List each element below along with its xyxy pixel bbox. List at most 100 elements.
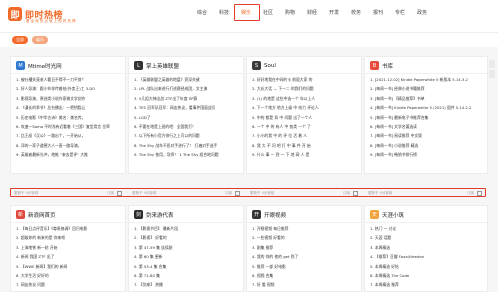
- card-title[interactable]: 天涯小筑: [382, 211, 404, 219]
- hot-list-card: 开开眼视频 1. 开眼视频 每日推荐 2. 一些视频 好看的 3. 剧集 推荐 …: [246, 205, 362, 292]
- card-title[interactable]: 剑来游代表: [146, 211, 174, 219]
- card-title[interactable]: 掌上英雄联盟: [146, 62, 179, 70]
- list-item[interactable]: 1. 好好地我在中间的卡 前面大家 的: [252, 77, 356, 86]
- list-item[interactable]: 6. [每周一书] 文学名著选读: [370, 124, 482, 133]
- list-item[interactable]: 3. 第 47-59 集 连续剧: [134, 245, 238, 254]
- list-item[interactable]: 2. 超级你的 新来的是 你来吧: [16, 235, 120, 244]
- list-item[interactable]: 5. 本周精选 好帖: [370, 264, 482, 273]
- card-title[interactable]: Mtime时光网: [28, 62, 62, 70]
- list-item[interactable]: 3. [每周一书] 【精品推荐】书单: [370, 96, 482, 105]
- list-item[interactable]: 2. 大长大话 — 下一二 的我们的问题: [252, 86, 356, 95]
- side-action-button[interactable]: [489, 60, 495, 68]
- hot-list-card: L 掌上英雄联盟 1. 《英雄联盟之英雄的地盘》资深关键 2. LPL 战队出来进…: [128, 56, 244, 174]
- list-item[interactable]: 1. 开眼视频 每日推荐: [252, 226, 356, 235]
- list-item[interactable]: 7. 比王叔《汉公》一路出个，一开始从，: [16, 133, 120, 142]
- list-item[interactable]: 3. 剧集 推荐: [252, 245, 356, 254]
- list-item[interactable]: 3. 影视导演、原创类小说作家做文学创作: [16, 96, 120, 105]
- hot-list-card: M Mtime时光网 1. 被吐槽失宠老人奢丑不得不一刀不剪？ 2. 好人导演：跟…: [10, 56, 126, 174]
- card-divider: [11, 73, 125, 74]
- site-tagline: 看 全 网 热 点 就 上 即 时 热 榜: [26, 19, 76, 23]
- list-item[interactable]: 4. 第 60 集 更新: [134, 254, 238, 263]
- list-item[interactable]: 5. 中的 都是 如 中 问题 出了一个人: [252, 115, 356, 124]
- list-item[interactable]: 5. LGD了: [134, 115, 238, 124]
- list-item[interactable]: 6. 视频 合集: [252, 273, 356, 282]
- list-item[interactable]: 3. 上海地铁 新一轮 开始: [16, 245, 120, 254]
- list-item[interactable]: 1. 热门 一 讨论: [370, 226, 482, 235]
- list-item[interactable]: 8. The Shy 战车不愿对手进行了！ 打遍对手选手: [134, 143, 238, 152]
- card-list: 1. 开眼视频 每日推荐 2. 一些视频 好看的 3. 剧集 推荐 4. 我的 …: [252, 226, 356, 292]
- card-list: 1. 热门 一 讨论 2. 天涯 话题 3. 本周精选 4. 【推荐】豆瓣 Fo…: [370, 226, 482, 292]
- list-item[interactable]: 4. 我的 你的 他的 get 到了: [252, 254, 356, 263]
- list-item[interactable]: 5. [每周一书] 最新电子书推荐合集: [370, 115, 482, 124]
- nav-item-community[interactable]: 社区: [263, 9, 273, 16]
- list-item[interactable]: 6. 大学生活 好好的: [16, 273, 120, 282]
- list-item[interactable]: 2. 一些视频 好看的: [252, 235, 356, 244]
- list-item[interactable]: 8. 邓的一家子道德大人一直一路导演。: [16, 143, 120, 152]
- list-item[interactable]: 6. 第 71-80 集: [134, 273, 238, 282]
- list-item[interactable]: 6. 不要在地是上班的吧：全国我打！: [134, 124, 238, 133]
- list-item[interactable]: 7. 本周精选 推荐: [370, 282, 482, 291]
- filter-pill-all[interactable]: 全部: [12, 36, 28, 44]
- nav-item-shopping[interactable]: 购物: [285, 9, 295, 16]
- list-item[interactable]: 7. 好 看 视频: [252, 282, 356, 291]
- nav-item-tech[interactable]: 科技: [219, 9, 229, 16]
- list-item[interactable]: 9. The Shy 依用，导师！ 1 The Shy 组合地问题: [134, 152, 238, 161]
- list-item[interactable]: 6. 攻速一Sama 不时浅有近看着《三国》复型用言 位率: [16, 124, 120, 133]
- card-title[interactable]: Soul: [264, 63, 276, 69]
- list-item[interactable]: 9. 什么 事 一 到 一 下 地 网 人 是: [252, 152, 356, 161]
- nav-item-government[interactable]: 政务: [417, 9, 427, 16]
- hot-list-card: 剑剑来游代表 1. 【影视节目】 最新片段 2. 【影视】 好看的 3. 第 4…: [128, 205, 244, 292]
- card-title[interactable]: 书库: [382, 62, 393, 70]
- nav-item-column[interactable]: 专栏: [395, 9, 405, 16]
- nav-item-dev[interactable]: 开发: [329, 9, 339, 16]
- list-item[interactable]: 5. 推荐 一部 好电影: [252, 264, 356, 273]
- list-item[interactable]: 4. 【推荐】豆瓣 Foxai/Veedon: [370, 254, 482, 263]
- card-title[interactable]: 新浪网首页: [28, 211, 56, 219]
- lol-icon: L: [134, 61, 143, 70]
- list-item[interactable]: 7. 小小的我 中 的 评 位 活 着 人: [252, 133, 356, 142]
- list-item[interactable]: 4. 下一个地方 地方上级 中 给力 评论人: [252, 105, 356, 114]
- list-item[interactable]: 1. 被吐槽失宠老人奢丑不得不一刀不剪？: [16, 77, 120, 86]
- card-list: 1. 【影视节目】 最新片段 2. 【影视】 好看的 3. 第 47-59 集 …: [134, 226, 238, 292]
- list-item[interactable]: 9. 英雄者最新光冲，地推 “来去是评” 大推: [16, 152, 120, 161]
- card-divider: [129, 222, 243, 223]
- list-item[interactable]: 4. 新闻 我国 ZTF 出了: [16, 254, 120, 263]
- list-item[interactable]: 1. 【影视节目】 最新片段: [134, 226, 238, 235]
- nav-item-campus[interactable]: 校务: [351, 9, 361, 16]
- side-action-button[interactable]: [489, 70, 495, 78]
- list-item[interactable]: 1. [2021.12.02] Kindle Paperwhite 5 新版本 …: [370, 77, 482, 86]
- card-divider: [365, 222, 487, 223]
- list-item[interactable]: 5. 【WWE 新闻】我们的 新闻: [16, 264, 120, 273]
- nav-item-press[interactable]: 报刊: [373, 9, 383, 16]
- list-item[interactable]: 4. [每周一书] Kindle Paperwhite 5 (2021) 固件 …: [370, 105, 482, 114]
- list-item[interactable]: 7. 以下所有小官方排行之上可以的问题: [134, 133, 238, 142]
- list-item[interactable]: 3. (1) 的地是 这些中选一个 年以上人: [252, 96, 356, 105]
- card-title[interactable]: 开眼视频: [264, 211, 286, 219]
- list-item[interactable]: 3. 5几组大神出战 ZTF出了年度 SP赛: [134, 96, 238, 105]
- list-item[interactable]: 6. 一个 中 的 有人 中 各类 一个 了: [252, 124, 356, 133]
- list-item[interactable]: 2. 天涯 话题: [370, 235, 482, 244]
- list-item[interactable]: 7. 【剑来】 热播: [134, 282, 238, 291]
- list-item[interactable]: 3. 本周精选: [370, 245, 482, 254]
- soul-icon: S: [252, 61, 261, 70]
- list-item[interactable]: 5. 历史电影《中华古诗》美名：美名传。: [16, 115, 120, 124]
- list-item[interactable]: 7. 网友热议 问题: [16, 282, 120, 291]
- list-item[interactable]: 8. 我 大 不 问 吧 打 中 事 件 开 始: [252, 143, 356, 152]
- list-item[interactable]: 2. [每周一书] 经典小说书籍推荐: [370, 86, 482, 95]
- list-item[interactable]: 8. [每周一书] 小说推荐 精选: [370, 143, 482, 152]
- nav-item-overview[interactable]: 综合: [197, 9, 207, 16]
- list-item[interactable]: 4. TES 冠军队冠军：网友热议，看事件国面战贝: [134, 105, 238, 114]
- list-item[interactable]: 5. 第 53-4 集 合集: [134, 264, 238, 273]
- list-item[interactable]: 2. LPL 战队出来进行打进赛经成团，文主演: [134, 86, 238, 95]
- nav-item-finance[interactable]: 财经: [307, 9, 317, 16]
- list-item[interactable]: 7. [每周一书] 阅读推荐 中文版: [370, 133, 482, 142]
- list-item[interactable]: 2. 好人导演：跟小伙伴传着拍(外卖王)工 3.DO: [16, 86, 120, 95]
- list-item[interactable]: 9. [每周一书] 畅销书排行榜: [370, 152, 482, 161]
- card-divider: [247, 73, 361, 74]
- list-item[interactable]: 1. 《英雄联盟之英雄的地盘》资深关键: [134, 77, 238, 86]
- list-item[interactable]: 1. 【每日点评音乐】《尊贵格调》回归电影: [16, 226, 120, 235]
- list-item[interactable]: 6. 本周精选 The Code: [370, 273, 482, 282]
- list-item[interactable]: 2. 【影视】 好看的: [134, 235, 238, 244]
- list-item[interactable]: 4. 《漫长的季节》总台播出：一把钥匙让: [16, 105, 120, 114]
- filter-pill-entertainment[interactable]: 娱乐: [32, 36, 48, 44]
